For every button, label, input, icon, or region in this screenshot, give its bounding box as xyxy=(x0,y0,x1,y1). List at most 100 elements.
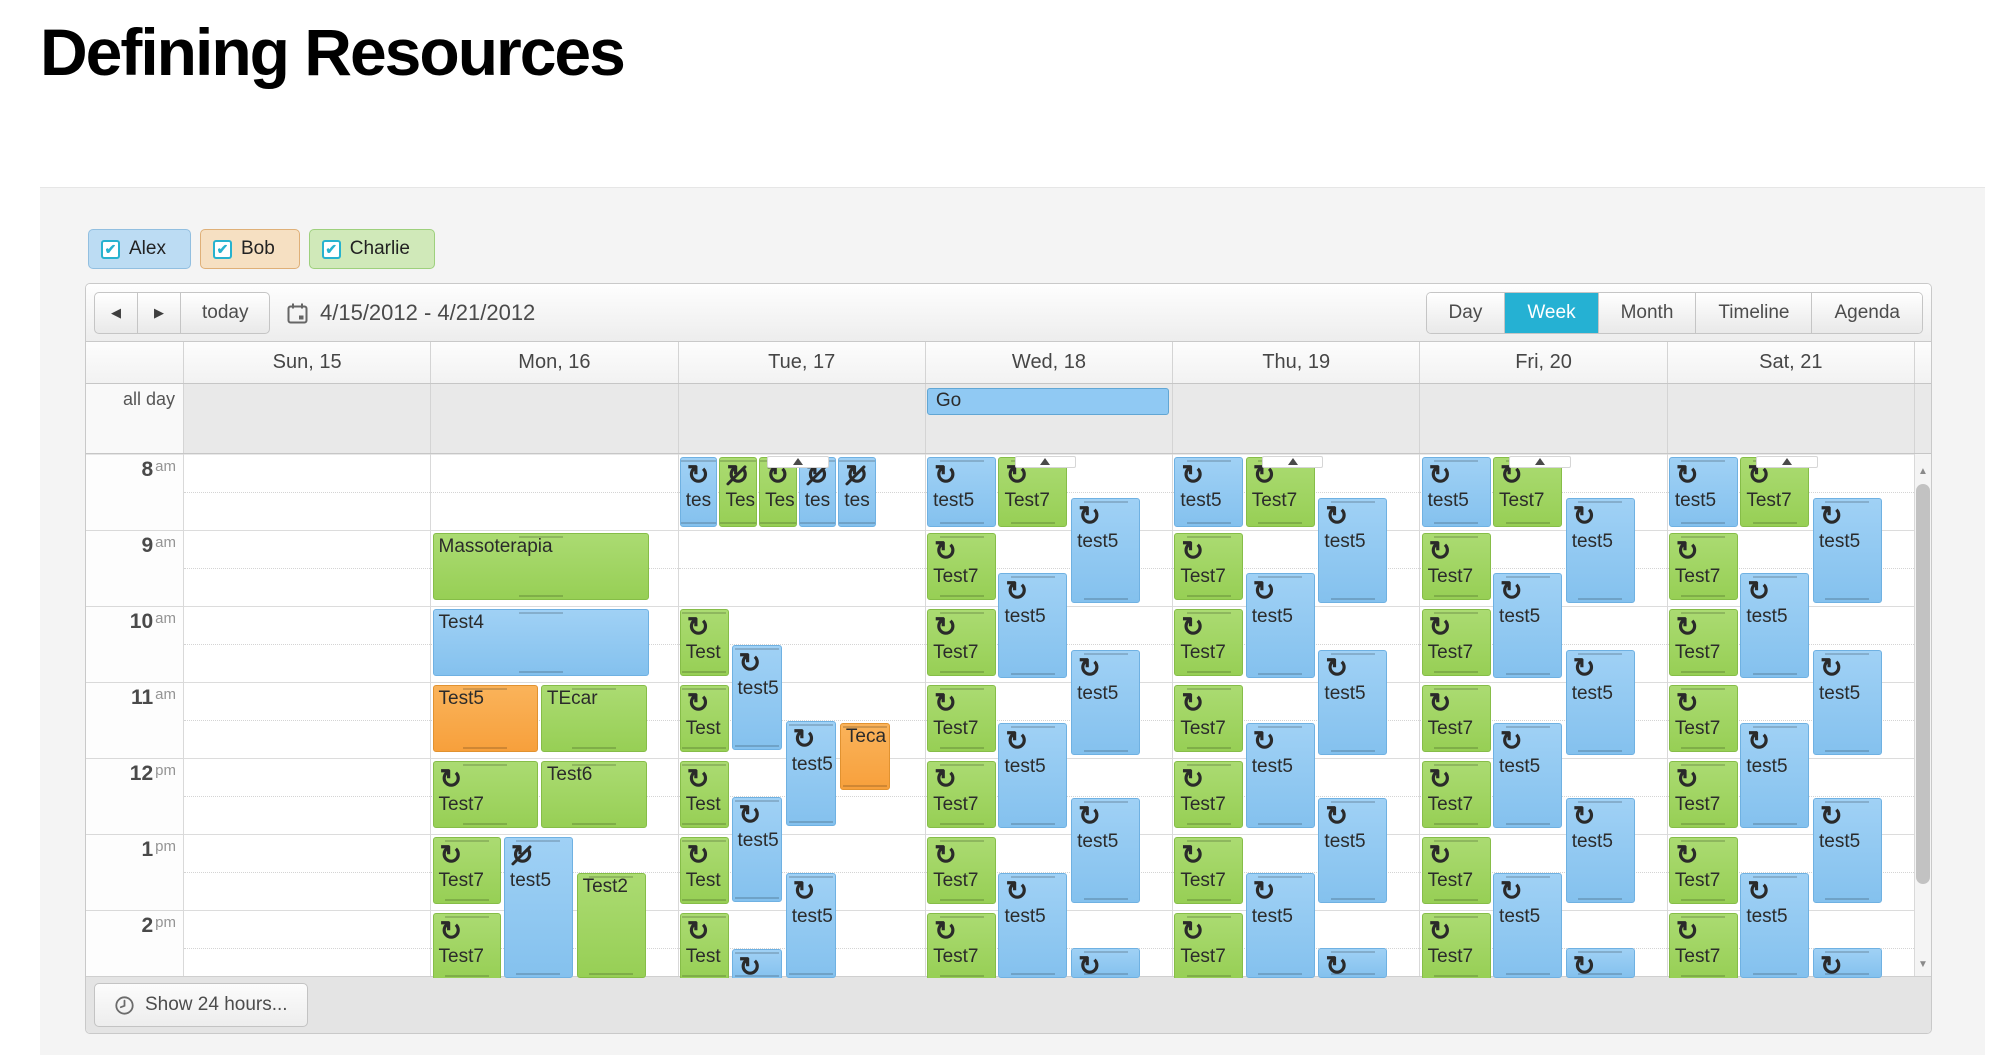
event[interactable]: ↻Test7 xyxy=(1174,533,1243,600)
event[interactable]: ↻Test7 xyxy=(927,533,996,600)
event[interactable]: ↻test5 xyxy=(1318,650,1387,755)
time-slot[interactable] xyxy=(184,682,430,758)
event[interactable]: ↻Test7 xyxy=(1422,761,1491,828)
event[interactable]: ↻Test7 xyxy=(433,913,502,978)
event[interactable]: ↻test5 xyxy=(1318,798,1387,903)
prev-button[interactable]: ◀ xyxy=(95,293,138,333)
event[interactable]: ↻test5 xyxy=(1566,948,1635,978)
scroll-down-arrow[interactable]: ▼ xyxy=(1915,959,1931,970)
event[interactable]: ↻Test7 xyxy=(433,837,502,904)
event[interactable]: ↻Test7 xyxy=(1669,609,1738,676)
event[interactable]: ↻test5 xyxy=(1813,650,1882,755)
event[interactable]: Test6 xyxy=(541,761,647,828)
event[interactable]: ↻Test7 xyxy=(1669,533,1738,600)
event[interactable]: ↻test5 xyxy=(1493,873,1562,978)
event[interactable]: ↻Tes xyxy=(719,457,756,527)
event[interactable]: ↻test5 xyxy=(1071,948,1140,978)
more-events-up-button[interactable] xyxy=(767,456,829,468)
event[interactable]: Test4 xyxy=(433,609,650,676)
event[interactable]: ↻test5 xyxy=(998,873,1067,978)
all-day-cell[interactable] xyxy=(1420,384,1667,453)
event[interactable]: ↻Test7 xyxy=(1174,609,1243,676)
event[interactable]: ↻Test7 xyxy=(1422,913,1491,978)
resource-filter-alex[interactable]: ✔Alex xyxy=(88,229,191,269)
event[interactable]: Test2 xyxy=(577,873,646,978)
event[interactable]: ↻Test7 xyxy=(1174,837,1243,904)
time-slot[interactable] xyxy=(184,910,430,978)
view-tab-day[interactable]: Day xyxy=(1427,293,1506,333)
event[interactable]: ↻test5 xyxy=(1813,498,1882,603)
event[interactable]: ↻test5 xyxy=(1566,498,1635,603)
more-events-up-button[interactable] xyxy=(1509,456,1571,468)
event[interactable]: ↻Test7 xyxy=(1669,685,1738,752)
event[interactable]: ↻Test xyxy=(680,761,729,828)
checkbox-icon[interactable]: ✔ xyxy=(322,240,341,259)
event[interactable]: ↻test5 xyxy=(732,797,782,902)
event[interactable]: ↻test5 xyxy=(1246,723,1315,828)
all-day-cell[interactable]: Go xyxy=(926,384,1173,453)
event[interactable]: ↻test5 xyxy=(1740,723,1809,828)
event[interactable]: ↻Test7 xyxy=(927,837,996,904)
event[interactable]: ↻test5 xyxy=(1566,650,1635,755)
event[interactable]: ↻test5 xyxy=(1493,573,1562,678)
event[interactable]: ↻Test7 xyxy=(1422,837,1491,904)
event[interactable]: ↻test5 xyxy=(1246,573,1315,678)
event[interactable]: ↻test5 xyxy=(1422,457,1491,527)
event[interactable]: ↻Test7 xyxy=(927,685,996,752)
more-events-up-button[interactable] xyxy=(1756,456,1818,468)
event[interactable]: ↻Test xyxy=(680,609,729,676)
event[interactable]: ↻test5 xyxy=(504,837,573,978)
event[interactable]: ↻tes xyxy=(838,457,875,527)
view-tab-agenda[interactable]: Agenda xyxy=(1812,293,1922,333)
show-24-hours-button[interactable]: Show 24 hours... xyxy=(94,983,308,1027)
event[interactable]: ↻Test7 xyxy=(1174,761,1243,828)
vertical-scrollbar[interactable]: ▲▼ xyxy=(1915,454,1931,978)
event[interactable]: ↻test5 xyxy=(1740,873,1809,978)
event[interactable]: ↻Test7 xyxy=(1669,913,1738,978)
event[interactable]: ↻test5 xyxy=(1174,457,1243,527)
event[interactable]: ↻Test xyxy=(680,837,729,904)
all-day-cell[interactable] xyxy=(184,384,431,453)
more-events-up-button[interactable] xyxy=(1015,456,1077,468)
event[interactable]: ↻test5 xyxy=(1318,948,1387,978)
scrollbar-thumb[interactable] xyxy=(1916,484,1930,884)
time-slot[interactable] xyxy=(431,454,677,530)
view-tab-timeline[interactable]: Timeline xyxy=(1696,293,1812,333)
event[interactable]: ↻Test7 xyxy=(1422,685,1491,752)
event[interactable]: Teca xyxy=(840,723,890,790)
event[interactable]: ↻test5 xyxy=(1493,723,1562,828)
event[interactable]: ↻test5 xyxy=(1071,798,1140,903)
event[interactable]: ↻Test xyxy=(680,685,729,752)
event[interactable]: ↻Test7 xyxy=(433,761,539,828)
event[interactable]: ↻Test xyxy=(680,913,729,978)
next-button[interactable]: ▶ xyxy=(138,293,181,333)
event[interactable]: ↻test5 xyxy=(786,721,836,826)
all-day-cell[interactable] xyxy=(431,384,678,453)
event[interactable]: ↻test5 xyxy=(1813,948,1882,978)
event[interactable]: ↻test5 xyxy=(1740,573,1809,678)
event[interactable]: ↻test5 xyxy=(732,645,782,750)
all-day-cell[interactable] xyxy=(1668,384,1915,453)
today-button[interactable]: today xyxy=(181,293,269,333)
event[interactable]: ↻Test7 xyxy=(927,913,996,978)
view-tab-week[interactable]: Week xyxy=(1505,293,1598,333)
view-tab-month[interactable]: Month xyxy=(1599,293,1697,333)
time-slot[interactable] xyxy=(184,454,430,530)
event[interactable]: ↻Test7 xyxy=(927,761,996,828)
event[interactable]: ↻Test7 xyxy=(1669,761,1738,828)
time-slot[interactable] xyxy=(184,834,430,910)
event[interactable]: ↻test5 xyxy=(1813,798,1882,903)
more-events-up-button[interactable] xyxy=(1262,456,1324,468)
time-slot[interactable] xyxy=(679,530,925,606)
event[interactable]: ↻Test7 xyxy=(1174,685,1243,752)
event[interactable]: ↻test5 xyxy=(1071,498,1140,603)
all-day-cell[interactable] xyxy=(679,384,926,453)
event[interactable]: ↻Test7 xyxy=(1669,837,1738,904)
event[interactable]: Test5 xyxy=(433,685,539,752)
event[interactable]: ↻test5 xyxy=(1669,457,1738,527)
event[interactable]: ↻Test7 xyxy=(1174,913,1243,978)
event[interactable]: ↻Test7 xyxy=(1422,533,1491,600)
all-day-event[interactable]: Go xyxy=(927,388,1169,415)
time-slot[interactable] xyxy=(184,530,430,606)
checkbox-icon[interactable]: ✔ xyxy=(101,240,120,259)
